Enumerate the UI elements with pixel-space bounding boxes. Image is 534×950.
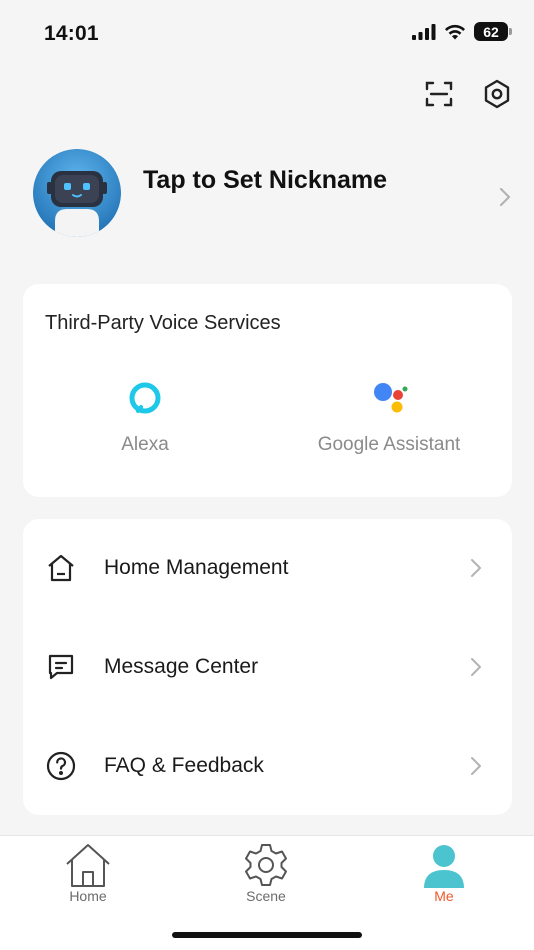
tab-home[interactable]: Home [28,838,148,904]
signal-icon [412,23,436,40]
status-time: 14:01 [44,22,99,45]
house-icon [48,554,74,582]
home-icon [66,844,110,887]
home-indicator[interactable] [172,932,362,938]
status-icons: 62 [412,22,512,41]
settings-icon [484,79,510,109]
menu-item-faq-feedback[interactable]: FAQ & Feedback [23,717,512,815]
battery-indicator: 62 [474,22,512,41]
menu-item-label: FAQ & Feedback [104,754,264,777]
settings-button[interactable] [480,77,514,111]
tab-scene-label: Scene [246,888,286,904]
chevron-right-icon [471,757,481,775]
nickname-label: Tap to Set Nickname [143,165,388,194]
scan-icon [425,81,453,107]
chevron-right-icon [499,187,511,207]
tab-scene[interactable]: Scene [206,838,326,904]
menu-card: Home Management Message Center FAQ & Fee… [23,519,512,815]
robot-avatar-icon [33,149,121,237]
scan-button[interactable] [422,77,456,111]
me-screen: 14:01 62 Tap to Set Nickname Third-Party… [0,0,534,950]
google-assistant-icon [374,383,408,413]
chevron-right-icon [471,658,481,676]
menu-item-message-center[interactable]: Message Center [23,618,512,716]
alexa-label: Alexa [121,434,169,455]
tab-me[interactable]: Me [384,838,504,904]
voice-services-title: Third-Party Voice Services [45,312,281,334]
menu-item-home-management[interactable]: Home Management [23,519,512,617]
google-assistant-label: Google Assistant [317,434,461,455]
wifi-icon [445,24,465,39]
tab-home-label: Home [69,888,107,904]
chevron-right-icon [471,559,481,577]
menu-item-label: Home Management [104,556,289,579]
alexa-service[interactable]: Alexa [45,376,245,456]
message-icon [48,654,74,680]
voice-services-card: Third-Party Voice Services Alexa Google … [23,284,512,497]
google-assistant-service[interactable]: Google Assistant [289,376,489,456]
gear-icon [245,844,287,886]
profile-row[interactable]: Tap to Set Nickname [33,149,512,237]
tab-me-label: Me [434,888,454,904]
person-icon [424,845,464,888]
menu-item-label: Message Center [104,655,259,678]
top-actions [422,77,514,111]
battery-level: 62 [483,23,499,40]
alexa-icon [129,382,161,414]
help-icon [46,751,76,781]
